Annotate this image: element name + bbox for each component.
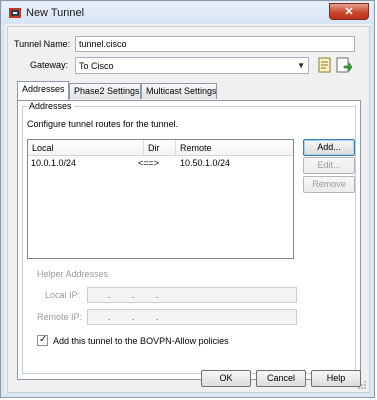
tunnel-name-label: Tunnel Name: <box>14 39 71 49</box>
gateway-label: Gateway: <box>30 60 69 70</box>
ip-dot: . <box>108 312 111 322</box>
help-button[interactable]: Help <box>311 370 361 387</box>
help-button-label: Help <box>326 373 346 383</box>
column-dir[interactable]: Dir <box>148 143 160 153</box>
checkmark-icon: ✓ <box>39 334 48 345</box>
ip-dot: . <box>156 290 159 300</box>
helper-addresses-title: Helper Addresses <box>37 269 109 279</box>
addresses-group-title: Addresses <box>27 101 74 111</box>
add-gateway-icon[interactable] <box>336 57 352 73</box>
row-remote: 10.50.1.0/24 <box>180 158 231 168</box>
remove-button[interactable]: Remove <box>303 176 355 193</box>
ip-dot: . <box>132 290 135 300</box>
remote-ip-label: Remote IP: <box>37 312 83 322</box>
ip-dot: . <box>156 312 159 322</box>
add-button-label: Add... <box>317 142 341 152</box>
cancel-button[interactable]: Cancel <box>256 370 306 387</box>
title-bar[interactable]: New Tunnel ✕ <box>2 2 373 24</box>
list-header: Local Dir Remote <box>28 140 293 156</box>
tab-addresses[interactable]: Addresses <box>17 81 69 100</box>
tunnel-routes-list[interactable]: Local Dir Remote 10.0.1.0/24 <==> 10.50.… <box>27 139 294 259</box>
edit-button-label: Edit... <box>317 160 341 170</box>
chevron-down-icon: ▼ <box>297 61 305 70</box>
tab-phase2-settings[interactable]: Phase2 Settings <box>69 83 141 99</box>
remote-ip-field[interactable]: . . . <box>87 309 297 325</box>
ip-dot: . <box>132 312 135 322</box>
remove-button-label: Remove <box>312 179 346 189</box>
edit-button[interactable]: Edit... <box>303 157 355 174</box>
row-dir: <==> <box>138 158 160 168</box>
local-ip-field[interactable]: . . . <box>87 287 297 303</box>
add-button[interactable]: Add... <box>303 139 355 156</box>
addresses-groupbox: Addresses Configure tunnel routes for th… <box>22 101 356 374</box>
column-local[interactable]: Local <box>32 143 54 153</box>
row-local: 10.0.1.0/24 <box>31 158 77 168</box>
ok-button[interactable]: OK <box>201 370 251 387</box>
resize-grip-icon[interactable] <box>357 380 367 390</box>
dialog-window: New Tunnel ✕ Tunnel Name: Gateway: To Ci… <box>0 0 375 398</box>
window-title: New Tunnel <box>26 7 85 19</box>
bovpn-allow-label[interactable]: Add this tunnel to the BOVPN-Allow polic… <box>53 336 229 346</box>
ok-button-label: OK <box>219 373 233 383</box>
gateway-select[interactable]: To Cisco ▼ <box>75 57 309 74</box>
addresses-description: Configure tunnel routes for the tunnel. <box>27 119 179 129</box>
close-button[interactable]: ✕ <box>329 3 369 20</box>
table-row[interactable]: 10.0.1.0/24 <==> 10.50.1.0/24 <box>28 157 293 170</box>
firebox-app-icon <box>9 8 21 18</box>
column-separator <box>175 140 176 155</box>
addresses-tab-panel: Addresses Configure tunnel routes for th… <box>17 100 361 380</box>
tab-multicast-settings[interactable]: Multicast Settings <box>141 83 217 99</box>
column-remote[interactable]: Remote <box>180 143 212 153</box>
local-ip-label: Local IP: <box>45 290 81 300</box>
column-separator <box>143 140 144 155</box>
dialog-client: Tunnel Name: Gateway: To Cisco ▼ Address… <box>7 26 370 393</box>
tunnel-name-input[interactable] <box>75 36 355 52</box>
cancel-button-label: Cancel <box>266 373 295 383</box>
gateway-selected-value: To Cisco <box>79 61 114 71</box>
edit-gateway-icon[interactable] <box>317 57 333 73</box>
bovpn-allow-checkbox[interactable]: ✓ <box>37 334 48 346</box>
ip-dot: . <box>108 290 111 300</box>
